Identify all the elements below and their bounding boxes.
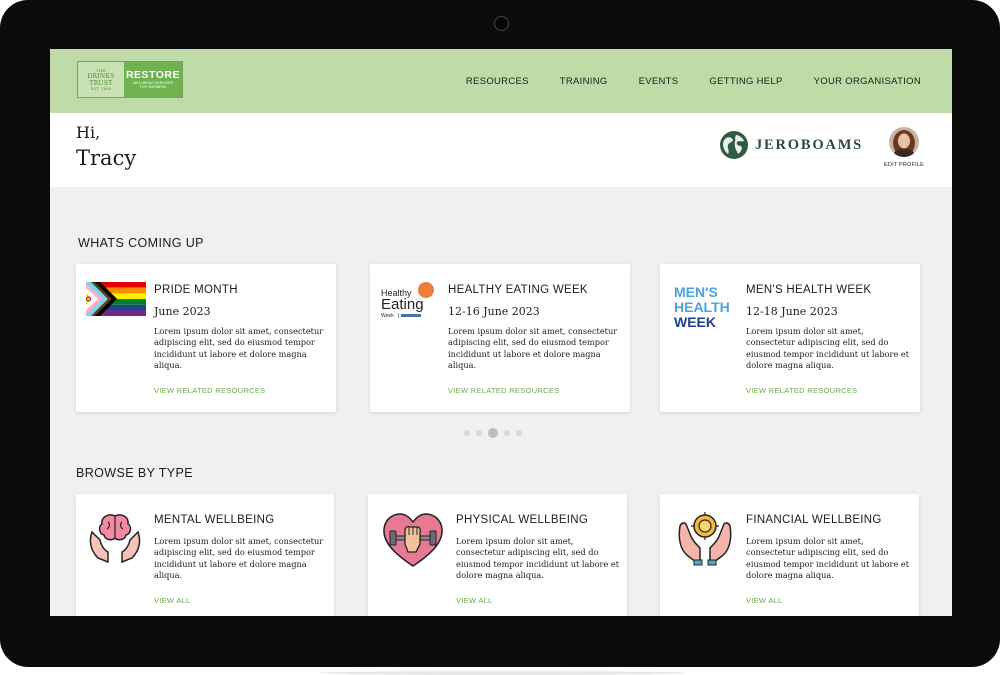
logo-line: EST. 1886 [90,86,112,91]
event-date: June 2023 [154,305,211,318]
brain-hands-icon [89,514,141,564]
nav-resources[interactable]: RESOURCES [466,76,529,87]
carousel-dot[interactable] [476,430,482,436]
logo-brand: RESTORE [125,68,181,81]
view-related-resources-link[interactable]: VIEW RELATED RESOURCES [448,386,559,395]
category-title: FINANCIAL WELLBEING [746,514,882,526]
heart-dumbbell-icon [383,513,443,567]
drinks-trust-logo: THE DRINKS TRUST EST. 1886 [78,62,124,97]
greeting-bar: Hi, Tracy JEROBOAMS EDIT PROFILE [50,113,952,187]
section-title-browse: BROWSE BY TYPE [76,466,193,480]
avatar[interactable] [889,127,919,157]
nav-training[interactable]: TRAINING [560,76,608,87]
view-related-resources-link[interactable]: VIEW RELATED RESOURCES [154,386,265,395]
logo-line: TRUST [89,79,113,87]
avatar-photo [889,127,919,157]
category-title: PHYSICAL WELLBEING [456,514,589,526]
event-date: 12-16 June 2023 [448,305,540,318]
view-all-link[interactable]: VIEW ALL [746,596,783,605]
logo-tagline: FOR BUSINESS [139,85,167,89]
greeting-hi: Hi, [76,123,101,142]
event-description: Lorem ipsum dolor sit amet, consectetur … [746,326,910,370]
logo-text: HEALTH [674,299,730,315]
category-title: MENTAL WELLBEING [154,514,275,526]
logo-text: Week [381,313,394,319]
event-description: Lorem ipsum dolor sit amet, consectetur … [448,326,618,370]
device-shadow [318,671,686,675]
carousel-dot-active[interactable] [488,428,498,438]
organisation-logo: JEROBOAMS [719,130,863,160]
event-card-healthy-eating-week[interactable]: Healthy Eating Week HEALTHY EATING WEEK … [370,264,630,412]
restore-logo[interactable]: THE DRINKS TRUST EST. 1886 RESTORE WELLB… [77,61,183,98]
logo-text: MEN'S [674,284,718,300]
category-card-financial-wellbeing[interactable]: FINANCIAL WELLBEING Lorem ipsum dolor si… [660,494,919,616]
nav-getting-help[interactable]: GETTING HELP [709,76,782,87]
category-description: Lorem ipsum dolor sit amet, consectetur … [154,536,324,580]
top-nav: THE DRINKS TRUST EST. 1886 RESTORE WELLB… [50,49,952,113]
logo-text: WEEK [674,314,716,330]
carousel-dot[interactable] [516,430,522,436]
view-all-link[interactable]: VIEW ALL [456,596,493,605]
view-all-link[interactable]: VIEW ALL [154,596,191,605]
event-card-mens-health-week[interactable]: MEN'S HEALTH WEEK MEN'S HEALTH WEEK 12-1… [660,264,920,412]
carousel-dots [464,428,522,438]
nav-links: RESOURCES TRAINING EVENTS GETTING HELP Y… [466,49,921,113]
event-card-pride-month[interactable]: PRIDE MONTH June 2023 Lorem ipsum dolor … [76,264,336,412]
event-title: MEN'S HEALTH WEEK [746,284,872,296]
event-title: HEALTHY EATING WEEK [448,284,588,296]
hands-coin-icon [678,512,732,566]
event-title: PRIDE MONTH [154,284,238,296]
pride-flag-icon [86,282,146,316]
nav-your-organisation[interactable]: YOUR ORGANISATION [814,76,921,87]
greeting-name: Tracy [76,146,137,170]
healthy-eating-logo: Healthy Eating Week [381,282,434,319]
category-description: Lorem ipsum dolor sit amet, consectetur … [456,536,620,580]
event-description: Lorem ipsum dolor sit amet, consectetur … [154,326,324,370]
mens-health-week-logo: MEN'S HEALTH WEEK [674,284,730,330]
category-card-mental-wellbeing[interactable]: MENTAL WELLBEING Lorem ipsum dolor sit a… [76,494,334,616]
screen: THE DRINKS TRUST EST. 1886 RESTORE WELLB… [50,49,952,616]
section-title-upcoming: WHATS COMING UP [78,236,204,250]
restore-wordmark: RESTORE WELLBEING SERVICES FOR BUSINESS [124,62,182,97]
nav-events[interactable]: EVENTS [639,76,679,87]
organisation-name: JEROBOAMS [755,136,864,153]
category-description: Lorem ipsum dolor sit amet, consectetur … [746,536,910,580]
logo-line: DRINKS [87,72,115,80]
logo-text: Eating [381,296,424,313]
tablet-frame: THE DRINKS TRUST EST. 1886 RESTORE WELLB… [0,0,1000,667]
camera-icon [494,16,509,31]
carousel-dot[interactable] [464,430,470,436]
event-date: 12-18 June 2023 [746,305,838,318]
view-related-resources-link[interactable]: VIEW RELATED RESOURCES [746,386,857,395]
carousel-dot[interactable] [504,430,510,436]
category-card-physical-wellbeing[interactable]: PHYSICAL WELLBEING Lorem ipsum dolor sit… [368,494,627,616]
edit-profile-link[interactable]: EDIT PROFILE [872,162,936,168]
globe-icon [720,131,748,159]
